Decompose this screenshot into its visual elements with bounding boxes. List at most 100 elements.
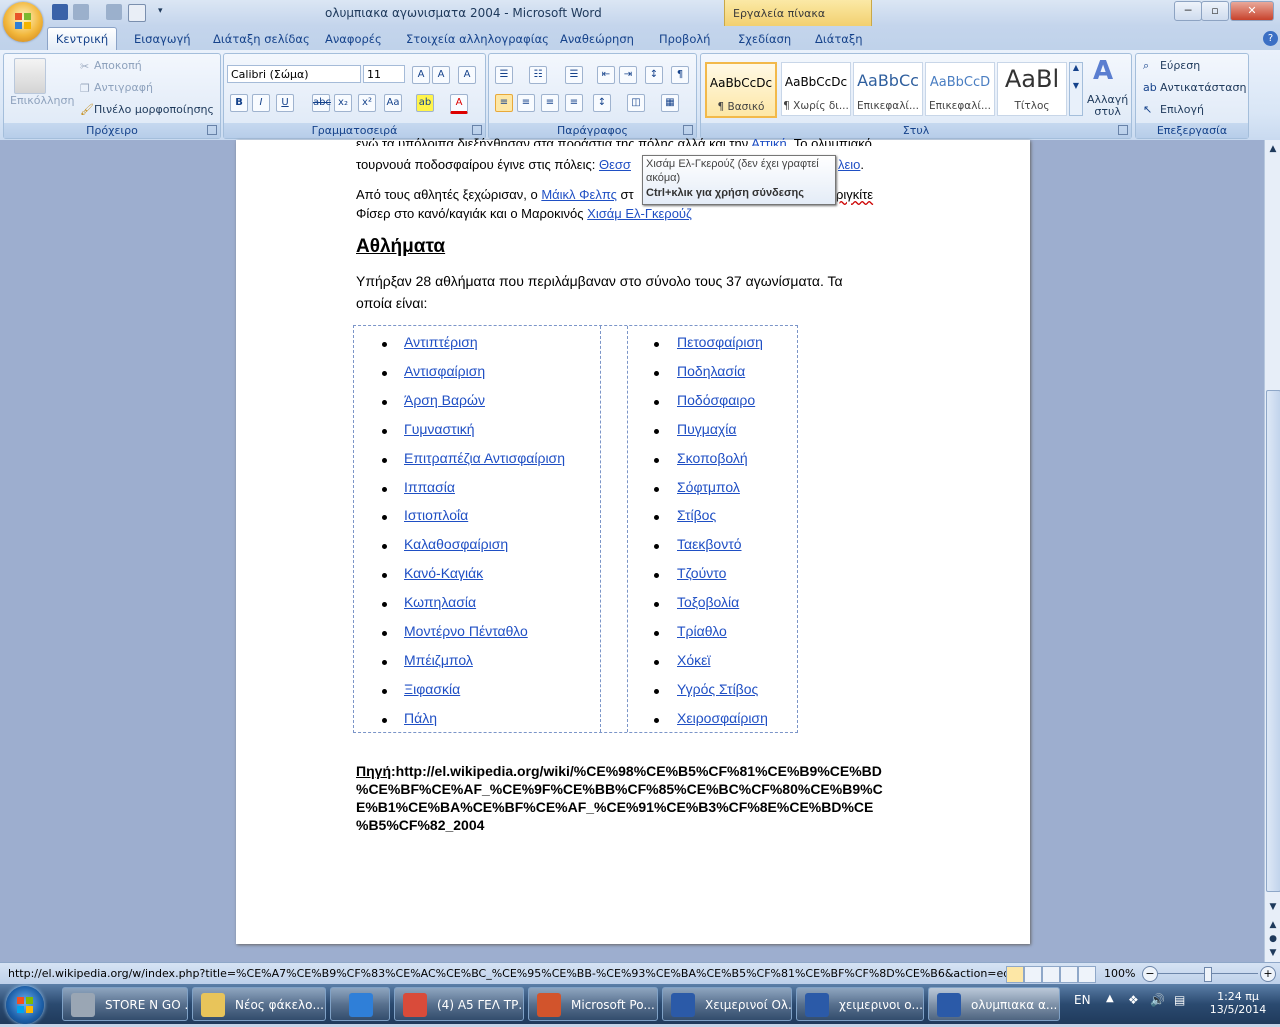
taskbar-button[interactable]: Χειμερινοί Ολ... [662, 987, 792, 1021]
subscript-icon[interactable]: x₂ [334, 94, 352, 112]
taskbar-button[interactable]: χειμερινοι ο... [796, 987, 924, 1021]
sport-link[interactable]: Υγρός Στίβος [677, 681, 758, 697]
shading-icon[interactable]: ◫ [627, 94, 645, 112]
sport-link[interactable]: Αντιπτέριση [404, 334, 478, 350]
styles-launcher-icon[interactable] [1118, 125, 1128, 135]
help-icon[interactable]: ? [1263, 31, 1278, 46]
sport-link[interactable]: Μπέιζμπολ [404, 652, 473, 668]
style-no-spacing[interactable]: AaBbCcDc ¶ Χωρίς δι... [781, 62, 851, 116]
change-styles-button[interactable]: Αλλαγή στυλ [1087, 94, 1128, 118]
style-heading-2[interactable]: AaBbCcD Επικεφαλί... [925, 62, 995, 116]
zoom-out-icon[interactable]: − [1142, 966, 1158, 982]
bullets-icon[interactable]: ☰ [495, 66, 513, 84]
sport-link[interactable]: Χόκεϊ [677, 652, 710, 668]
sport-link[interactable]: Χειροσφαίριση [677, 710, 768, 726]
office-button[interactable] [3, 2, 43, 42]
full-screen-view-icon[interactable] [1024, 966, 1042, 983]
language-indicator[interactable]: EN [1074, 993, 1091, 1007]
zoom-level[interactable]: 100% [1104, 967, 1135, 980]
sport-link[interactable]: Κωπηλασία [404, 594, 476, 610]
sport-link[interactable]: Μοντέρνο Πένταθλο [404, 623, 528, 639]
multilevel-list-icon[interactable]: ☰ [565, 66, 583, 84]
bold-icon[interactable]: B [230, 94, 248, 112]
italic-icon[interactable]: I [252, 94, 270, 112]
sport-link[interactable]: Τζούντο [677, 565, 726, 581]
tray-expand-icon[interactable]: ▲ [1106, 993, 1114, 1004]
change-styles-icon[interactable]: A [1093, 56, 1113, 86]
align-center-icon[interactable]: ≡ [517, 94, 535, 112]
sport-link[interactable]: Ταεκβοντό [677, 536, 742, 552]
tab-home[interactable]: Κεντρική [47, 27, 117, 51]
taskbar-button[interactable]: STORE N GO ... [62, 987, 188, 1021]
align-right-icon[interactable]: ≡ [541, 94, 559, 112]
clock[interactable]: 1:24 πμ 13/5/2014 [1206, 990, 1270, 1016]
tab-layout[interactable]: Διάταξη [815, 29, 863, 49]
maximize-button[interactable]: ▫ [1201, 1, 1229, 21]
taskbar-button[interactable]: Microsoft Po... [528, 987, 658, 1021]
highlight-icon[interactable]: ab [416, 94, 434, 112]
sports-table[interactable] [353, 325, 798, 733]
volume-icon[interactable]: 🔊 [1150, 993, 1165, 1007]
sport-link[interactable]: Πετοσφαίριση [677, 334, 763, 350]
sport-link[interactable]: Ποδηλασία [677, 363, 745, 379]
paragraph-launcher-icon[interactable] [683, 125, 693, 135]
tab-review[interactable]: Αναθεώρηση [560, 29, 634, 49]
minimize-button[interactable]: ─ [1174, 1, 1202, 21]
browse-object-icon[interactable]: ● [1266, 932, 1280, 946]
increase-indent-icon[interactable]: ⇥ [619, 66, 637, 84]
sort-icon[interactable]: ↕ [645, 66, 663, 84]
replace-button[interactable]: Αντικατάσταση [1160, 81, 1246, 94]
tab-design[interactable]: Σχεδίαση [738, 29, 791, 49]
style-normal[interactable]: AaBbCcDc ¶ Βασικό [705, 62, 777, 118]
sport-link[interactable]: Αντισφαίριση [404, 363, 485, 379]
taskbar-button[interactable]: (4) Α5 ΓΕΛ ΤΡ... [394, 987, 524, 1021]
sport-link[interactable]: Πάλη [404, 710, 437, 726]
save-icon[interactable] [52, 4, 68, 20]
align-left-icon[interactable]: ≡ [495, 94, 513, 112]
sport-link[interactable]: Κανό-Καγιάκ [404, 565, 483, 581]
tab-mailings[interactable]: Στοιχεία αλληλογραφίας [406, 29, 549, 49]
link-michael-phelps[interactable]: Μάικλ Φελπς [541, 187, 617, 202]
draft-view-icon[interactable] [1078, 966, 1096, 983]
show-marks-icon[interactable]: ¶ [671, 66, 689, 84]
sport-link[interactable]: Ιππασία [404, 479, 455, 495]
justify-icon[interactable]: ≡ [565, 94, 583, 112]
superscript-icon[interactable]: x² [358, 94, 376, 112]
copy-button[interactable]: Αντιγραφή [94, 81, 153, 94]
line-spacing-icon[interactable]: ↕ [593, 94, 611, 112]
font-size-combo[interactable]: 11 [363, 65, 405, 83]
sport-link[interactable]: Σόφτμπολ [677, 479, 740, 495]
dropbox-icon[interactable]: ❖ [1128, 993, 1139, 1007]
style-title[interactable]: AaBl Τίτλος [997, 62, 1067, 116]
clear-formatting-icon[interactable]: A [458, 66, 476, 84]
find-button[interactable]: Εύρεση [1160, 59, 1200, 72]
undo-icon[interactable] [73, 4, 89, 20]
taskbar-button[interactable]: ολυμπιακα α... [928, 987, 1060, 1021]
cut-button[interactable]: Αποκοπή [94, 59, 142, 72]
underline-icon[interactable]: U [276, 94, 294, 112]
sport-link[interactable]: Άρση Βαρών [404, 392, 485, 408]
web-layout-view-icon[interactable] [1042, 966, 1060, 983]
tab-view[interactable]: Προβολή [659, 29, 710, 49]
scrollbar-thumb[interactable] [1266, 390, 1280, 892]
link-hicham-el-guerrouj[interactable]: Χισάμ Ελ-Γκερούζ [587, 206, 692, 221]
sport-link[interactable]: Επιτραπέζια Αντισφαίριση [404, 450, 565, 466]
styles-scroll-icon[interactable]: ▲ ▼ [1069, 62, 1083, 116]
sport-link[interactable]: Πυγμαχία [677, 421, 736, 437]
font-launcher-icon[interactable] [472, 125, 482, 135]
link-city[interactable]: λειο [838, 157, 860, 172]
sport-link[interactable]: Ξιφασκία [404, 681, 460, 697]
next-page-icon[interactable]: ▼ [1266, 946, 1280, 960]
vertical-scrollbar[interactable]: ▲ ▼ ▲ ● ▼ [1264, 140, 1280, 962]
paste-icon[interactable] [14, 58, 46, 94]
qat-customize-icon[interactable]: ▾ [158, 6, 163, 16]
font-color-icon[interactable]: A [450, 94, 468, 114]
grow-font-icon[interactable]: A [412, 66, 430, 84]
link-thessaloniki[interactable]: Θεσσ [599, 157, 631, 172]
select-button[interactable]: Επιλογή [1160, 103, 1204, 116]
strikethrough-icon[interactable]: abc [312, 94, 331, 112]
taskbar-button[interactable] [330, 987, 390, 1021]
sport-link[interactable]: Καλαθοσφαίριση [404, 536, 508, 552]
style-heading-1[interactable]: AaBbCc Επικεφαλί... [853, 62, 923, 116]
print-preview-icon[interactable] [128, 4, 146, 22]
